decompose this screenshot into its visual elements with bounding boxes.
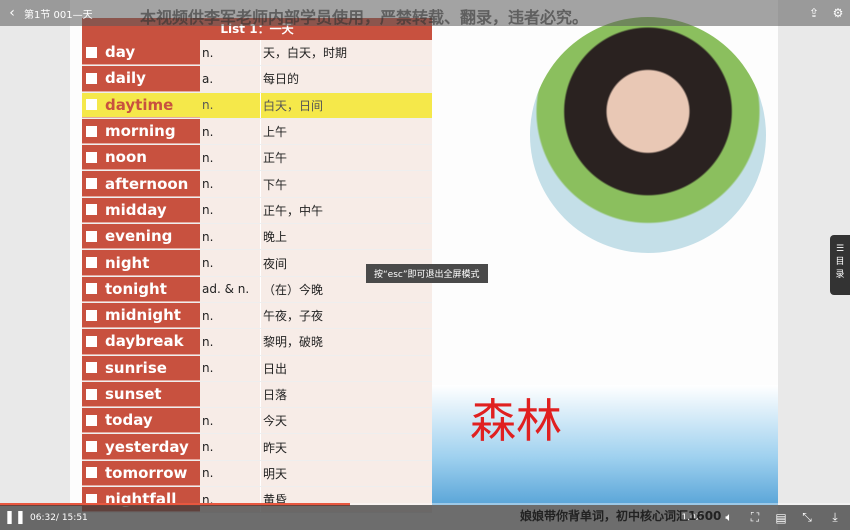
word-cell: yesterday bbox=[82, 434, 200, 460]
table-row: yesterday n. 昨天 bbox=[82, 434, 432, 461]
word-cell: morning bbox=[82, 118, 200, 145]
meaning-cell: 明天 bbox=[260, 460, 432, 487]
table-row: morning n. 上午 bbox=[82, 118, 432, 146]
table-row: today n. 今天 bbox=[82, 408, 432, 435]
meaning-cell: 日出 bbox=[260, 355, 432, 381]
meaning-cell: 日落 bbox=[260, 381, 432, 408]
pos-cell: n. bbox=[200, 92, 260, 118]
checkbox[interactable] bbox=[86, 72, 97, 84]
checkbox[interactable] bbox=[86, 125, 97, 137]
meaning-cell: 今天 bbox=[260, 408, 432, 434]
meaning-cell: 晚上 bbox=[260, 224, 432, 250]
checkbox[interactable] bbox=[86, 178, 97, 190]
side-tab-catalog[interactable]: ☰ 目录 bbox=[830, 235, 850, 295]
checkbox[interactable] bbox=[86, 283, 97, 295]
checkbox[interactable] bbox=[86, 204, 97, 216]
download-icon[interactable]: ⤓ bbox=[820, 510, 850, 525]
table-row: sunset 日落 bbox=[82, 381, 432, 409]
word-cell: midday bbox=[82, 197, 200, 224]
pos-cell: ad. & n. bbox=[200, 276, 260, 302]
fullscreen-tooltip: 按“esc”即可退出全屏模式 bbox=[366, 264, 488, 283]
checkbox[interactable] bbox=[86, 99, 97, 111]
word-cell: noon bbox=[82, 145, 200, 171]
share-icon[interactable]: ⇪ bbox=[802, 6, 826, 20]
pos-cell: n. bbox=[200, 197, 260, 224]
table-row: daily a. 每日的 bbox=[82, 66, 432, 93]
player-controls: ❚❚ 06:32/ 15:51 1.0X 🔈︎ ⛶ ▤ ⤡ ⤓ bbox=[0, 505, 850, 530]
word-cell: afternoon bbox=[82, 171, 200, 197]
table-row: day n. 天，白天，时期 bbox=[82, 40, 432, 67]
checkbox[interactable] bbox=[86, 414, 97, 426]
meaning-cell: 正午，中午 bbox=[260, 197, 432, 224]
checkbox[interactable] bbox=[86, 257, 97, 269]
word-cell: sunset bbox=[82, 381, 200, 408]
checkbox[interactable] bbox=[86, 46, 97, 58]
notes-icon[interactable]: ▤ bbox=[768, 511, 794, 525]
meaning-cell: 每日的 bbox=[260, 66, 432, 92]
pos-cell: n. bbox=[200, 329, 260, 355]
pause-icon[interactable]: ❚❚ bbox=[0, 510, 30, 525]
word-cell: daily bbox=[82, 66, 200, 92]
checkbox[interactable] bbox=[86, 467, 97, 479]
pip-icon[interactable]: ⛶ bbox=[742, 510, 768, 525]
checkbox[interactable] bbox=[86, 309, 97, 321]
settings-icon[interactable]: ⚙ bbox=[826, 6, 850, 20]
checkbox[interactable] bbox=[86, 335, 97, 347]
pos-cell: n. bbox=[200, 408, 260, 434]
video-title: 第1节 001—天 bbox=[24, 9, 93, 21]
pos-cell: n. bbox=[200, 302, 260, 329]
time-display: 06:32/ 15:51 bbox=[30, 512, 88, 523]
handwritten-text: 森林 bbox=[470, 394, 562, 448]
checkbox[interactable] bbox=[86, 388, 97, 400]
checkbox[interactable] bbox=[86, 441, 97, 453]
word-cell: night bbox=[82, 250, 200, 276]
word-cell: today bbox=[82, 408, 200, 434]
checkbox[interactable] bbox=[86, 230, 97, 242]
word-cell: day bbox=[82, 40, 200, 66]
word-cell: sunrise bbox=[82, 355, 200, 381]
pos-cell: n. bbox=[200, 40, 260, 66]
pos-cell: n. bbox=[200, 460, 260, 487]
word-cell: midnight bbox=[82, 302, 200, 329]
table-row: evening n. 晚上 bbox=[82, 224, 432, 251]
pos-cell: a. bbox=[200, 66, 260, 92]
exit-fullscreen-icon[interactable]: ⤡ bbox=[794, 510, 820, 525]
table-row: noon n. 正午 bbox=[82, 145, 432, 172]
meaning-cell: 上午 bbox=[260, 118, 432, 145]
meaning-cell: 天，白天，时期 bbox=[260, 40, 432, 66]
pos-cell: n. bbox=[200, 145, 260, 171]
pos-cell: n. bbox=[200, 355, 260, 381]
word-cell: tomorrow bbox=[82, 460, 200, 487]
word-cell: tonight bbox=[82, 276, 200, 302]
table-row: sunrise n. 日出 bbox=[82, 355, 432, 382]
table-row: midnight n. 午夜，子夜 bbox=[82, 302, 432, 330]
table-row: daytime n. 白天，日间 bbox=[82, 92, 432, 119]
meaning-cell: 黎明，破晓 bbox=[260, 329, 432, 355]
teacher-video bbox=[530, 17, 766, 253]
table-row: midday n. 正午，中午 bbox=[82, 197, 432, 225]
bottom-banner: 娘娘带你背单词，初中核心词汇1600 bbox=[520, 509, 722, 523]
pos-cell: n. bbox=[200, 118, 260, 145]
back-icon[interactable]: ‹ bbox=[0, 5, 24, 21]
pos-cell: n. bbox=[200, 171, 260, 197]
word-cell: daybreak bbox=[82, 329, 200, 355]
checkbox[interactable] bbox=[86, 151, 97, 163]
meaning-cell: 午夜，子夜 bbox=[260, 302, 432, 329]
meaning-cell: 正午 bbox=[260, 145, 432, 171]
table-row: tomorrow n. 明天 bbox=[82, 460, 432, 488]
pos-cell bbox=[200, 381, 260, 408]
table-row: daybreak n. 黎明，破晓 bbox=[82, 329, 432, 356]
checkbox[interactable] bbox=[86, 362, 97, 374]
meaning-cell: 白天，日间 bbox=[260, 92, 432, 118]
pos-cell: n. bbox=[200, 224, 260, 250]
meaning-cell: 下午 bbox=[260, 171, 432, 197]
pos-cell: n. bbox=[200, 434, 260, 460]
pos-cell: n. bbox=[200, 250, 260, 276]
word-cell: evening bbox=[82, 224, 200, 250]
meaning-cell: 昨天 bbox=[260, 434, 432, 460]
menu-icon: ☰ bbox=[835, 244, 845, 254]
word-cell: daytime bbox=[82, 92, 200, 118]
watermark: 本视频供李军老师内部学员使用，严禁转载、翻录，违者必究。 bbox=[140, 8, 589, 27]
table-row: afternoon n. 下午 bbox=[82, 171, 432, 198]
